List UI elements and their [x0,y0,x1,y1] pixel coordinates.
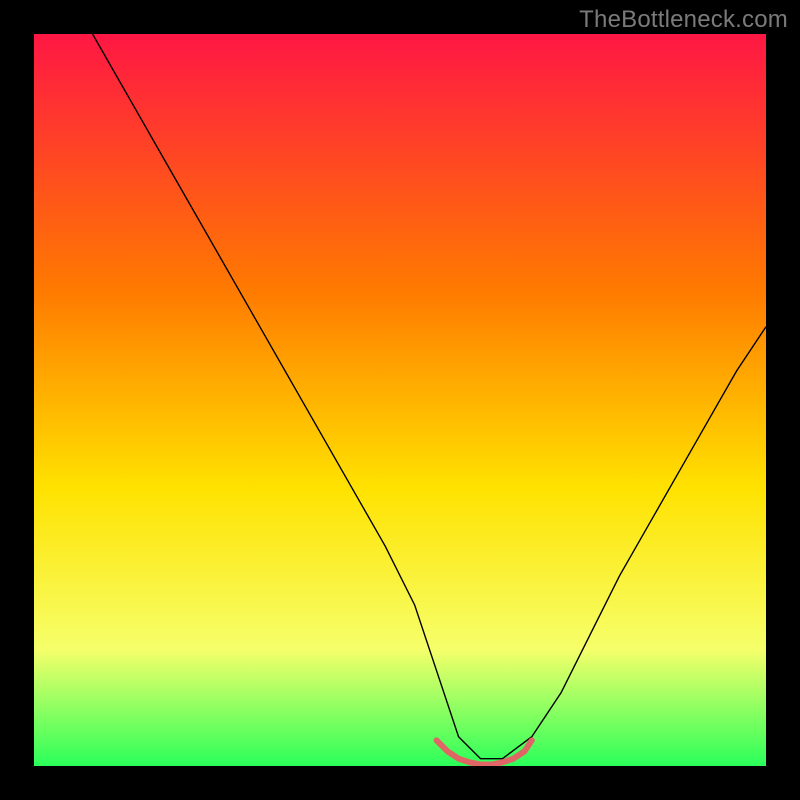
watermark-text: TheBottleneck.com [579,6,788,34]
gradient-background [34,34,766,766]
black-frame: TheBottleneck.com [0,0,800,800]
chart-svg [34,34,766,766]
plot-area [34,34,766,766]
